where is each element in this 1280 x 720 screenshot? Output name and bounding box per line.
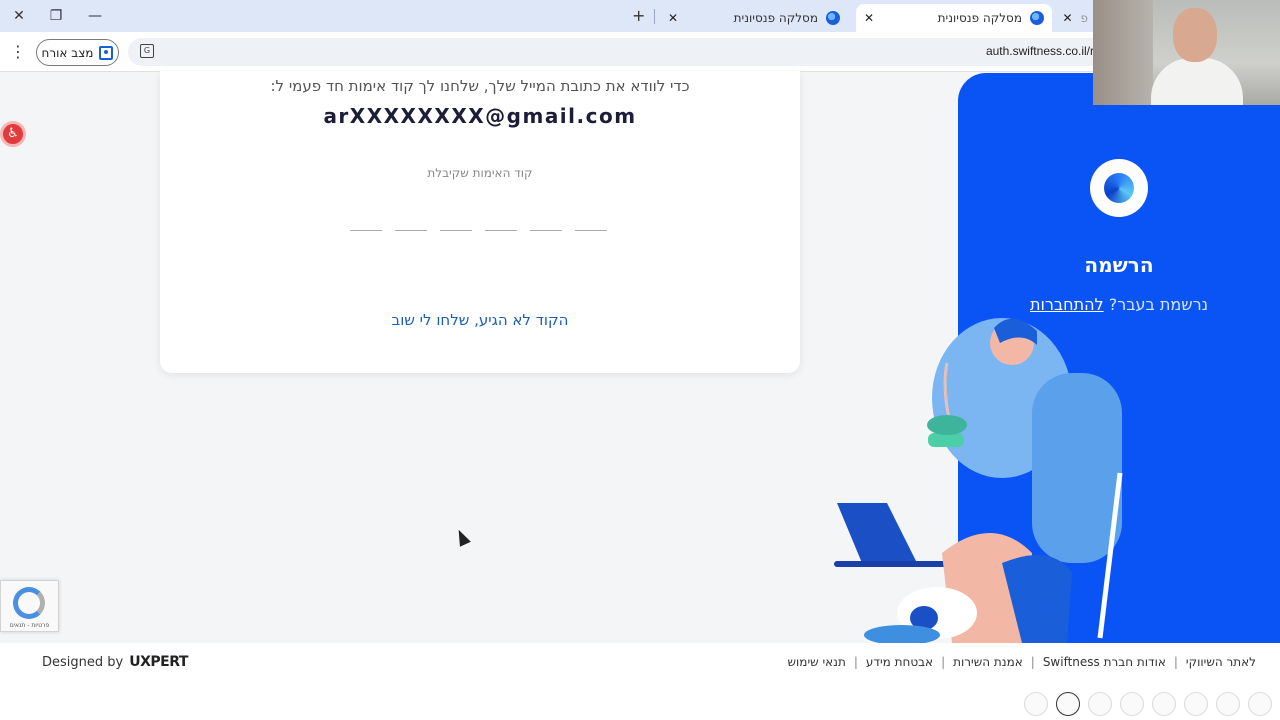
camera-icon[interactable]	[1056, 692, 1080, 716]
tab-close-icon[interactable]: ✕	[864, 11, 874, 25]
otp-digit-field[interactable]	[485, 217, 517, 231]
tab-inactive[interactable]: מסלקה פנסיונית ✕	[660, 4, 848, 32]
restore-window-icon[interactable]: ❐	[45, 6, 67, 26]
person-with-laptop-illustration	[834, 318, 1123, 643]
subtitle-icon[interactable]	[1088, 692, 1112, 716]
resend-code-link[interactable]: הקוד לא הגיע, שלחו לי שוב	[160, 311, 800, 329]
recaptcha-icon	[13, 587, 45, 619]
new-tab-icon[interactable]: +	[632, 6, 645, 25]
pen-icon[interactable]	[1184, 692, 1208, 716]
code-label: קוד האימות שקיבלת	[427, 166, 533, 180]
browser-toolbar: ⋮ מצב אורח G auth.swiftness.co.il/r	[0, 32, 1280, 72]
footer-link-security[interactable]: אבטחת מידע	[858, 655, 941, 669]
page-content: ♿ כדי לוודא את כתובת המייל שלך, שלחנו לך…	[0, 71, 1280, 643]
page-footer: Designed by UXPERT לאתר השיווקי | אודות …	[0, 643, 1280, 720]
swiftness-favicon-icon	[826, 11, 840, 25]
otp-digit-field[interactable]	[440, 217, 472, 231]
otp-digit-field[interactable]	[530, 217, 562, 231]
signup-title: הרשמה	[1084, 253, 1154, 277]
minimize-window-icon[interactable]: —	[84, 6, 106, 26]
footer-links: לאתר השיווקי | אודות חברת Swiftness | אמ…	[780, 655, 1264, 669]
address-bar[interactable]: G auth.swiftness.co.il/r	[128, 38, 1108, 66]
tab-close-icon[interactable]: ✕	[1062, 11, 1072, 25]
recaptcha-terms: פרטיות - תנאים	[9, 622, 50, 629]
otp-digit-field[interactable]	[575, 217, 607, 231]
uxpert-logo[interactable]: UXPERT	[129, 654, 188, 670]
verification-instruction: כדי לוודא את כתובת המייל שלך, שלחנו לך ק…	[270, 77, 690, 95]
recaptcha-badge[interactable]: פרטיות - תנאים	[0, 580, 59, 632]
tab-title: מסלקה פנסיונית	[733, 11, 818, 25]
tab-title: פ	[1080, 11, 1089, 25]
tab-close-icon[interactable]: ✕	[668, 11, 678, 25]
tab-separator	[654, 9, 655, 24]
next-icon[interactable]	[1248, 692, 1272, 716]
prev-icon[interactable]	[1216, 692, 1240, 716]
translate-icon[interactable]: G	[140, 44, 154, 58]
designed-by-text: Designed by	[42, 654, 124, 670]
presentation-controls	[1024, 692, 1272, 716]
footer-link-terms[interactable]: תנאי שימוש	[780, 655, 854, 669]
accessibility-icon[interactable]: ♿	[0, 121, 26, 147]
close-window-icon[interactable]: ✕	[8, 6, 30, 26]
zoom-icon[interactable]	[1120, 692, 1144, 716]
tab-title: מסלקה פנסיונית	[937, 11, 1022, 25]
guest-mode-button[interactable]: מצב אורח	[36, 39, 119, 66]
footer-link-about[interactable]: אודות חברת Swiftness	[1035, 655, 1174, 669]
tab-bar: ✕ ❐ — + מסלקה פנסיונית ✕ מסלקה פנסיונית …	[0, 0, 1280, 32]
swiftness-favicon-icon	[1030, 11, 1044, 25]
verification-card: כדי לוודא את כתובת המייל שלך, שלחנו לך ק…	[160, 71, 800, 373]
mouse-cursor-icon	[453, 527, 471, 547]
otp-input-group	[350, 217, 607, 231]
otp-digit-field[interactable]	[350, 217, 382, 231]
designed-by: Designed by UXPERT	[42, 654, 188, 670]
login-link[interactable]: להתחברות	[1030, 295, 1104, 314]
layout-icon[interactable]	[1152, 692, 1176, 716]
guest-mode-label: מצב אורח	[41, 45, 94, 60]
profile-icon	[99, 45, 114, 60]
footer-link-marketing[interactable]: לאתר השיווקי	[1178, 655, 1264, 669]
url-text: auth.swiftness.co.il/r	[985, 44, 1094, 58]
footer-link-service-charter[interactable]: אמנת השירות	[945, 655, 1031, 669]
tab-inactive[interactable]: פ ✕	[1056, 4, 1096, 32]
login-prompt: נרשמת בעבר? להתחברות	[958, 295, 1280, 314]
webcam-overlay	[1093, 0, 1280, 105]
more-icon[interactable]	[1024, 692, 1048, 716]
swiftness-logo-icon	[1090, 159, 1148, 217]
already-registered-text: נרשמת בעבר?	[1108, 295, 1209, 314]
masked-email: arXXXXXXXX@gmail.com	[323, 104, 637, 128]
otp-digit-field[interactable]	[395, 217, 427, 231]
menu-kebab-icon[interactable]: ⋮	[10, 42, 26, 61]
tab-active[interactable]: מסלקה פנסיונית ✕	[856, 4, 1052, 32]
